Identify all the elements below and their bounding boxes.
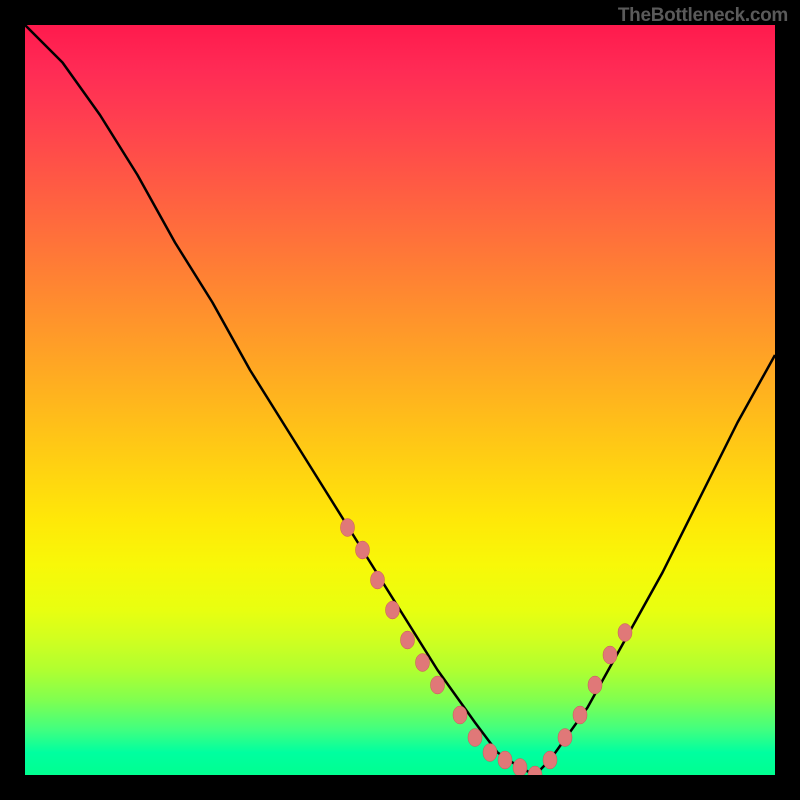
data-marker xyxy=(386,601,400,619)
data-marker xyxy=(371,571,385,589)
data-marker xyxy=(588,676,602,694)
data-marker xyxy=(468,729,482,747)
data-marker xyxy=(431,676,445,694)
chart-frame: TheBottleneck.com xyxy=(0,0,800,800)
data-marker xyxy=(341,519,355,537)
plot-area xyxy=(25,25,775,775)
data-marker xyxy=(558,729,572,747)
data-marker xyxy=(453,706,467,724)
chart-svg xyxy=(25,25,775,775)
data-marker xyxy=(603,646,617,664)
data-marker xyxy=(528,766,542,775)
curve-path xyxy=(25,25,775,775)
data-marker xyxy=(543,751,557,769)
data-marker xyxy=(416,654,430,672)
data-marker xyxy=(356,541,370,559)
data-marker xyxy=(498,751,512,769)
data-marker xyxy=(401,631,415,649)
bottleneck-curve xyxy=(25,25,775,775)
data-marker xyxy=(573,706,587,724)
data-marker xyxy=(618,624,632,642)
data-marker xyxy=(483,744,497,762)
watermark-text: TheBottleneck.com xyxy=(618,5,788,27)
data-marker xyxy=(513,759,527,776)
